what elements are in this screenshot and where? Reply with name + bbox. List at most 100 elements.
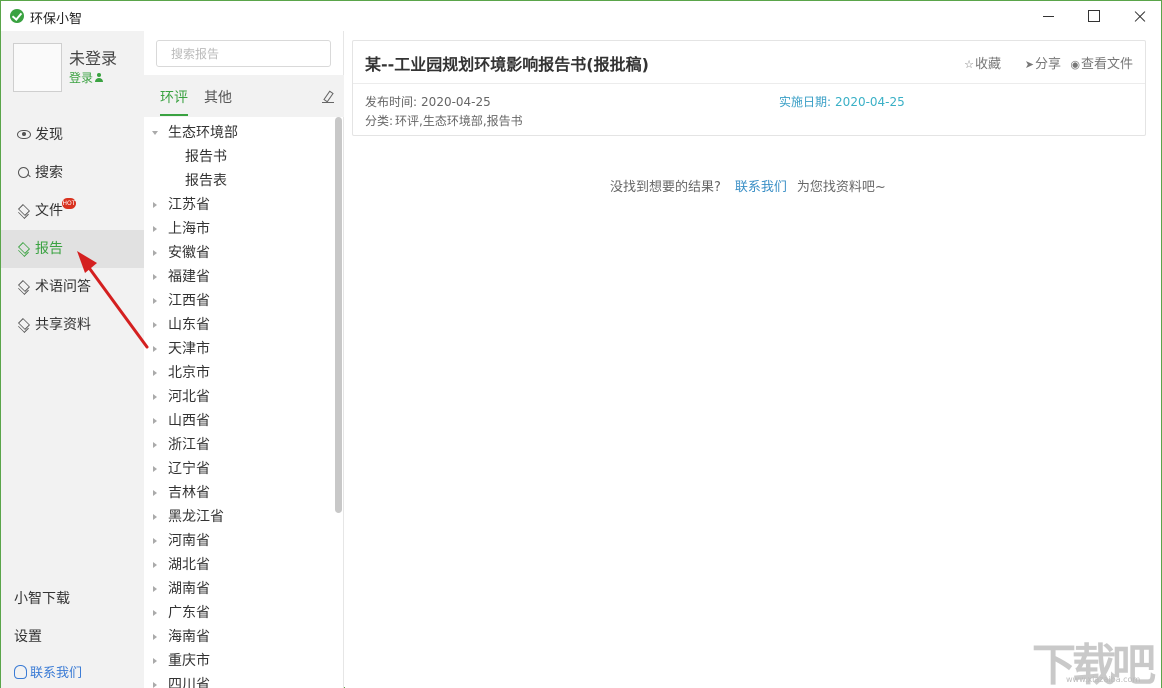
tree-item[interactable]: 北京市 bbox=[144, 361, 334, 385]
effective-date-value: 2020-04-25 bbox=[835, 95, 905, 109]
favorite-button[interactable]: ☆收藏 bbox=[964, 53, 1001, 72]
caret-right-icon[interactable] bbox=[153, 298, 157, 304]
nav-item-search[interactable]: 搜索 bbox=[1, 154, 144, 192]
tree-item[interactable]: 吉林省 bbox=[144, 481, 334, 505]
tree-item-label: 上海市 bbox=[168, 217, 210, 241]
tree-item[interactable]: 河南省 bbox=[144, 529, 334, 553]
user-name: 未登录 bbox=[69, 45, 117, 69]
caret-right-icon[interactable] bbox=[153, 322, 157, 328]
app-logo-icon bbox=[10, 9, 24, 23]
login-link[interactable]: 登录 bbox=[69, 69, 103, 86]
publish-date-value: 2020-04-25 bbox=[421, 95, 491, 109]
caret-right-icon[interactable] bbox=[153, 394, 157, 400]
nav-item-shared[interactable]: 共享资料 bbox=[1, 306, 144, 344]
caret-right-icon[interactable] bbox=[153, 610, 157, 616]
caret-right-icon[interactable] bbox=[153, 250, 157, 256]
share-label: 分享 bbox=[1035, 57, 1061, 72]
caret-right-icon[interactable] bbox=[153, 658, 157, 664]
caret-right-icon[interactable] bbox=[153, 418, 157, 424]
nav-item-reports[interactable]: 报告 bbox=[1, 230, 144, 268]
report-tree-panel: 环评 其他 生态环境部报告书报告表江苏省上海市安徽省福建省江西省山东省天津市北京… bbox=[144, 31, 344, 688]
close-button[interactable] bbox=[1117, 1, 1162, 31]
caret-right-icon[interactable] bbox=[153, 514, 157, 520]
maximize-button[interactable] bbox=[1071, 1, 1117, 31]
tree-item[interactable]: 安徽省 bbox=[144, 241, 334, 265]
view-file-button[interactable]: ◉查看文件 bbox=[1070, 53, 1133, 72]
tree-item[interactable]: 湖南省 bbox=[144, 577, 334, 601]
eye-icon bbox=[17, 130, 31, 139]
nav-item-label: 共享资料 bbox=[35, 306, 91, 344]
tree-item-label: 浙江省 bbox=[168, 433, 210, 457]
caret-right-icon[interactable] bbox=[153, 586, 157, 592]
tree-item[interactable]: 浙江省 bbox=[144, 433, 334, 457]
tree-item-label: 天津市 bbox=[168, 337, 210, 361]
tree-item-label: 报告书 bbox=[185, 145, 227, 169]
nav-item-terms-qa[interactable]: 术语问答 bbox=[1, 268, 144, 306]
caret-right-icon[interactable] bbox=[153, 538, 157, 544]
nav-item-discover[interactable]: 发现 bbox=[1, 116, 144, 154]
layers-icon bbox=[17, 280, 31, 294]
report-title: 某--工业园规划环境影响报告书(报批稿) bbox=[365, 51, 649, 75]
left-sidebar: 未登录 登录 发现 搜索 文件 HOT 报告 术语问答 共享资料 小 bbox=[1, 31, 144, 688]
watermark-url: www.xiazaiba.com bbox=[1066, 675, 1140, 684]
settings-link[interactable]: 设置 bbox=[14, 626, 42, 646]
tree-item[interactable]: 海南省 bbox=[144, 625, 334, 649]
tree-scrollbar[interactable] bbox=[335, 117, 342, 513]
tree-item-label: 福建省 bbox=[168, 265, 210, 289]
avatar[interactable] bbox=[13, 43, 62, 92]
tree-item[interactable]: 辽宁省 bbox=[144, 457, 334, 481]
caret-right-icon[interactable] bbox=[153, 370, 157, 376]
tree-item[interactable]: 福建省 bbox=[144, 265, 334, 289]
tree-item[interactable]: 重庆市 bbox=[144, 649, 334, 673]
share-button[interactable]: ➤分享 bbox=[1025, 53, 1061, 72]
empty-contact-link[interactable]: 联系我们 bbox=[735, 180, 787, 195]
caret-right-icon[interactable] bbox=[153, 634, 157, 640]
tree-item-label: 江西省 bbox=[168, 289, 210, 313]
minimize-button[interactable] bbox=[1025, 1, 1071, 31]
caret-right-icon[interactable] bbox=[153, 562, 157, 568]
watermark-logo: 下载吧 www.xiazaiba.com bbox=[1026, 629, 1156, 685]
effective-date-label: 实施日期: bbox=[779, 95, 831, 109]
caret-right-icon[interactable] bbox=[153, 682, 157, 688]
tree-item[interactable]: 黑龙江省 bbox=[144, 505, 334, 529]
contact-us-link[interactable]: 联系我们 bbox=[14, 662, 82, 681]
effective-date: 实施日期: 2020-04-25 bbox=[779, 93, 905, 110]
report-search-input[interactable] bbox=[156, 40, 331, 67]
tree-item[interactable]: 江西省 bbox=[144, 289, 334, 313]
favorite-label: 收藏 bbox=[975, 57, 1001, 72]
tree-item[interactable]: 生态环境部 bbox=[144, 121, 334, 145]
tree-item[interactable]: 四川省 bbox=[144, 673, 334, 688]
caret-right-icon[interactable] bbox=[153, 466, 157, 472]
tree-child-item[interactable]: 报告书 bbox=[144, 145, 334, 169]
tree-item[interactable]: 山东省 bbox=[144, 313, 334, 337]
caret-down-icon[interactable] bbox=[152, 131, 158, 135]
category: 分类:环评,生态环境部,报告书 bbox=[365, 112, 523, 129]
tree-item-label: 山西省 bbox=[168, 409, 210, 433]
tree-item[interactable]: 天津市 bbox=[144, 337, 334, 361]
tree-item-label: 重庆市 bbox=[168, 649, 210, 673]
tree-child-item[interactable]: 报告表 bbox=[144, 169, 334, 193]
publish-date: 发布时间:2020-04-25 bbox=[365, 93, 491, 110]
edit-icon[interactable] bbox=[322, 91, 334, 103]
caret-right-icon[interactable] bbox=[153, 346, 157, 352]
tree-item[interactable]: 江苏省 bbox=[144, 193, 334, 217]
caret-right-icon[interactable] bbox=[153, 226, 157, 232]
caret-right-icon[interactable] bbox=[153, 490, 157, 496]
tree-item[interactable]: 广东省 bbox=[144, 601, 334, 625]
caret-right-icon[interactable] bbox=[153, 442, 157, 448]
title-bar: 环保小智 bbox=[1, 1, 1161, 31]
tab-other[interactable]: 其他 bbox=[204, 87, 232, 107]
empty-tail: 为您找资料吧~ bbox=[797, 180, 886, 195]
tree-item[interactable]: 上海市 bbox=[144, 217, 334, 241]
tree-item[interactable]: 山西省 bbox=[144, 409, 334, 433]
tab-huanping[interactable]: 环评 bbox=[160, 87, 188, 107]
caret-right-icon[interactable] bbox=[153, 274, 157, 280]
view-file-label: 查看文件 bbox=[1081, 57, 1133, 72]
nav-item-files[interactable]: 文件 HOT bbox=[1, 192, 144, 230]
caret-right-icon[interactable] bbox=[153, 202, 157, 208]
nav-item-label: 报告 bbox=[35, 230, 63, 268]
tree-item[interactable]: 湖北省 bbox=[144, 553, 334, 577]
tree-item[interactable]: 河北省 bbox=[144, 385, 334, 409]
download-link[interactable]: 小智下载 bbox=[14, 588, 70, 608]
person-icon bbox=[95, 73, 103, 82]
